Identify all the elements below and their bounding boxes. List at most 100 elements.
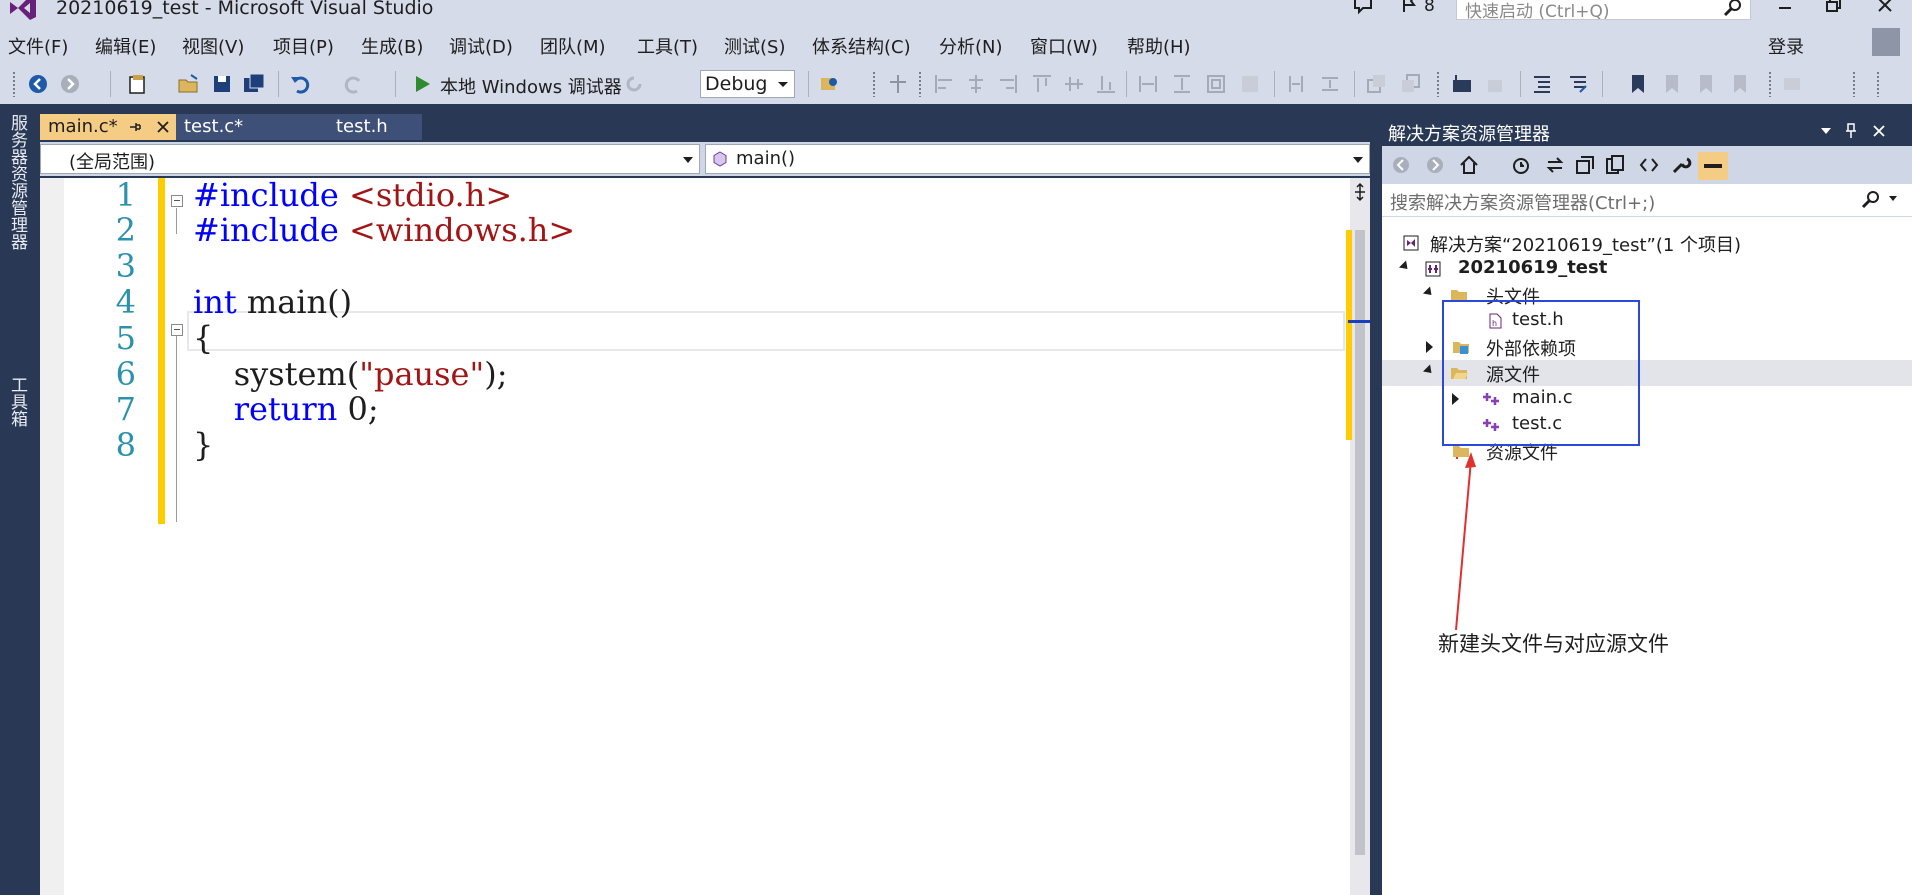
tree-item-solution[interactable]: 解决方案“20210619_test”(1 个项目) [1382, 230, 1912, 256]
align-bottom-icon[interactable] [1094, 72, 1118, 96]
chevron-down-icon[interactable] [1820, 126, 1832, 136]
menu-build[interactable]: 生成(B) [361, 33, 423, 59]
same-height-icon[interactable] [1170, 72, 1194, 96]
next-bookmark-icon[interactable] [1694, 72, 1718, 96]
properties-wrench-icon[interactable] [1670, 154, 1692, 176]
forward-icon[interactable] [1424, 154, 1446, 176]
menu-test[interactable]: 测试(S) [724, 33, 785, 59]
undo-icon[interactable] [288, 72, 312, 96]
view-code-icon[interactable] [1638, 154, 1660, 176]
back-icon[interactable] [1390, 154, 1412, 176]
code-line[interactable]: return 0; [193, 390, 379, 434]
scope-dropdown[interactable]: (全局范围) [40, 144, 700, 174]
same-width-icon[interactable] [1136, 72, 1160, 96]
align-top-icon[interactable] [1030, 72, 1054, 96]
collapse-arrow-icon[interactable] [1422, 286, 1436, 299]
layout-icon[interactable] [886, 72, 910, 96]
scrollbar-thumb[interactable] [1355, 230, 1365, 855]
menu-window[interactable]: 窗口(W) [1030, 33, 1098, 59]
outline-collapse-icon[interactable] [171, 195, 183, 207]
toolbar-grip[interactable] [1852, 71, 1856, 97]
editor-vertical-scrollbar[interactable] [1350, 178, 1370, 895]
preview-selected-button[interactable] [1698, 152, 1728, 180]
menu-edit[interactable]: 编辑(E) [95, 33, 156, 59]
menu-project[interactable]: 项目(P) [273, 33, 334, 59]
new-project-icon[interactable] [126, 72, 150, 96]
menu-view[interactable]: 视图(V) [182, 33, 244, 59]
lock-controls-icon[interactable] [1484, 72, 1508, 96]
clear-bookmarks-icon[interactable] [1728, 72, 1752, 96]
start-debugging-button[interactable]: 本地 Windows 调试器 [440, 73, 622, 99]
expand-arrow-icon[interactable] [1426, 341, 1433, 353]
uncomment-icon[interactable] [1566, 72, 1590, 96]
restore-button[interactable] [1818, 0, 1848, 20]
solution-configuration-dropdown[interactable]: Debug [700, 70, 795, 98]
size-to-grid-icon[interactable] [1238, 72, 1262, 96]
vertical-spacing-icon[interactable] [1318, 72, 1342, 96]
menu-debug[interactable]: 调试(D) [449, 33, 513, 59]
chevron-down-icon[interactable] [1888, 195, 1898, 203]
tab-main-c[interactable]: main.c* [40, 114, 182, 140]
tab-test-h[interactable]: test.h [300, 114, 422, 140]
solution-explorer-search-input[interactable]: 搜索解决方案资源管理器(Ctrl+;) [1382, 184, 1912, 217]
tree-item-project[interactable]: 20210619_test [1382, 256, 1912, 282]
bring-to-front-icon[interactable] [1364, 72, 1388, 96]
collapse-all-icon[interactable] [1574, 154, 1596, 176]
align-center-icon[interactable] [964, 72, 988, 96]
pin-icon[interactable] [128, 120, 142, 134]
toolbar-grip[interactable] [1436, 71, 1440, 97]
member-dropdown[interactable]: main() [705, 144, 1370, 174]
save-icon[interactable] [210, 72, 234, 96]
toolbar-grip[interactable] [1876, 71, 1880, 97]
code-editor[interactable]: 1 2 3 4 5 6 7 8 #include <stdio.h> #inclu… [40, 176, 1350, 895]
outline-collapse-icon[interactable] [171, 324, 183, 336]
tab-test-c[interactable]: test.c* [176, 114, 306, 140]
collapse-arrow-icon[interactable] [1422, 364, 1436, 377]
save-all-icon[interactable] [242, 72, 266, 96]
toolbar-grip[interactable] [872, 71, 876, 97]
menu-help[interactable]: 帮助(H) [1127, 33, 1191, 59]
find-in-files-icon[interactable] [818, 72, 842, 96]
menu-file[interactable]: 文件(F) [8, 33, 68, 59]
forward-icon[interactable] [58, 72, 82, 96]
close-window-button[interactable] [1870, 0, 1900, 20]
menu-tools[interactable]: 工具(T) [637, 33, 698, 59]
code-line[interactable]: #include <windows.h> [193, 211, 575, 255]
comment-out-icon[interactable] [1530, 72, 1554, 96]
toolbar-grip[interactable] [918, 71, 922, 97]
restart-icon[interactable] [622, 72, 646, 96]
pin-icon[interactable] [1844, 122, 1858, 140]
horizontal-spacing-icon[interactable] [1284, 72, 1308, 96]
align-left-icon[interactable] [932, 72, 956, 96]
same-size-icon[interactable] [1204, 72, 1228, 96]
home-icon[interactable] [1458, 154, 1480, 176]
start-debugging-icon[interactable] [410, 72, 434, 96]
close-icon[interactable] [1872, 124, 1886, 138]
send-to-back-icon[interactable] [1398, 72, 1422, 96]
sync-icon[interactable] [1544, 154, 1566, 176]
toolbar-grip[interactable] [1768, 71, 1772, 97]
notification-count[interactable]: 8 [1424, 0, 1435, 16]
back-icon[interactable] [26, 72, 50, 96]
split-window-icon[interactable] [1353, 182, 1367, 202]
quick-launch-input[interactable]: 快速启动 (Ctrl+Q) [1456, 0, 1751, 22]
toolbar-grip[interactable] [12, 71, 16, 97]
collapse-arrow-icon[interactable] [1398, 260, 1412, 273]
menu-team[interactable]: 团队(M) [540, 33, 606, 59]
previous-bookmark-icon[interactable] [1660, 72, 1684, 96]
avatar[interactable] [1872, 28, 1900, 56]
open-file-icon[interactable] [176, 72, 200, 96]
code-line[interactable]: int main() [193, 283, 352, 327]
code-line[interactable]: } [193, 426, 213, 470]
notification-flag-icon[interactable] [1396, 0, 1422, 18]
server-explorer-tab[interactable]: 服务器资源管理器 [5, 114, 30, 250]
menu-architecture[interactable]: 体系结构(C) [812, 33, 911, 59]
login-link[interactable]: 登录 [1768, 33, 1804, 59]
redo-icon[interactable] [342, 72, 366, 96]
indicator-margin[interactable] [40, 178, 64, 895]
toolbox-tab[interactable]: 工具箱 [5, 376, 30, 427]
align-middle-icon[interactable] [1062, 72, 1086, 96]
align-right-icon[interactable] [996, 72, 1020, 96]
minimize-button[interactable] [1770, 0, 1800, 20]
close-tab-icon[interactable] [156, 120, 170, 134]
